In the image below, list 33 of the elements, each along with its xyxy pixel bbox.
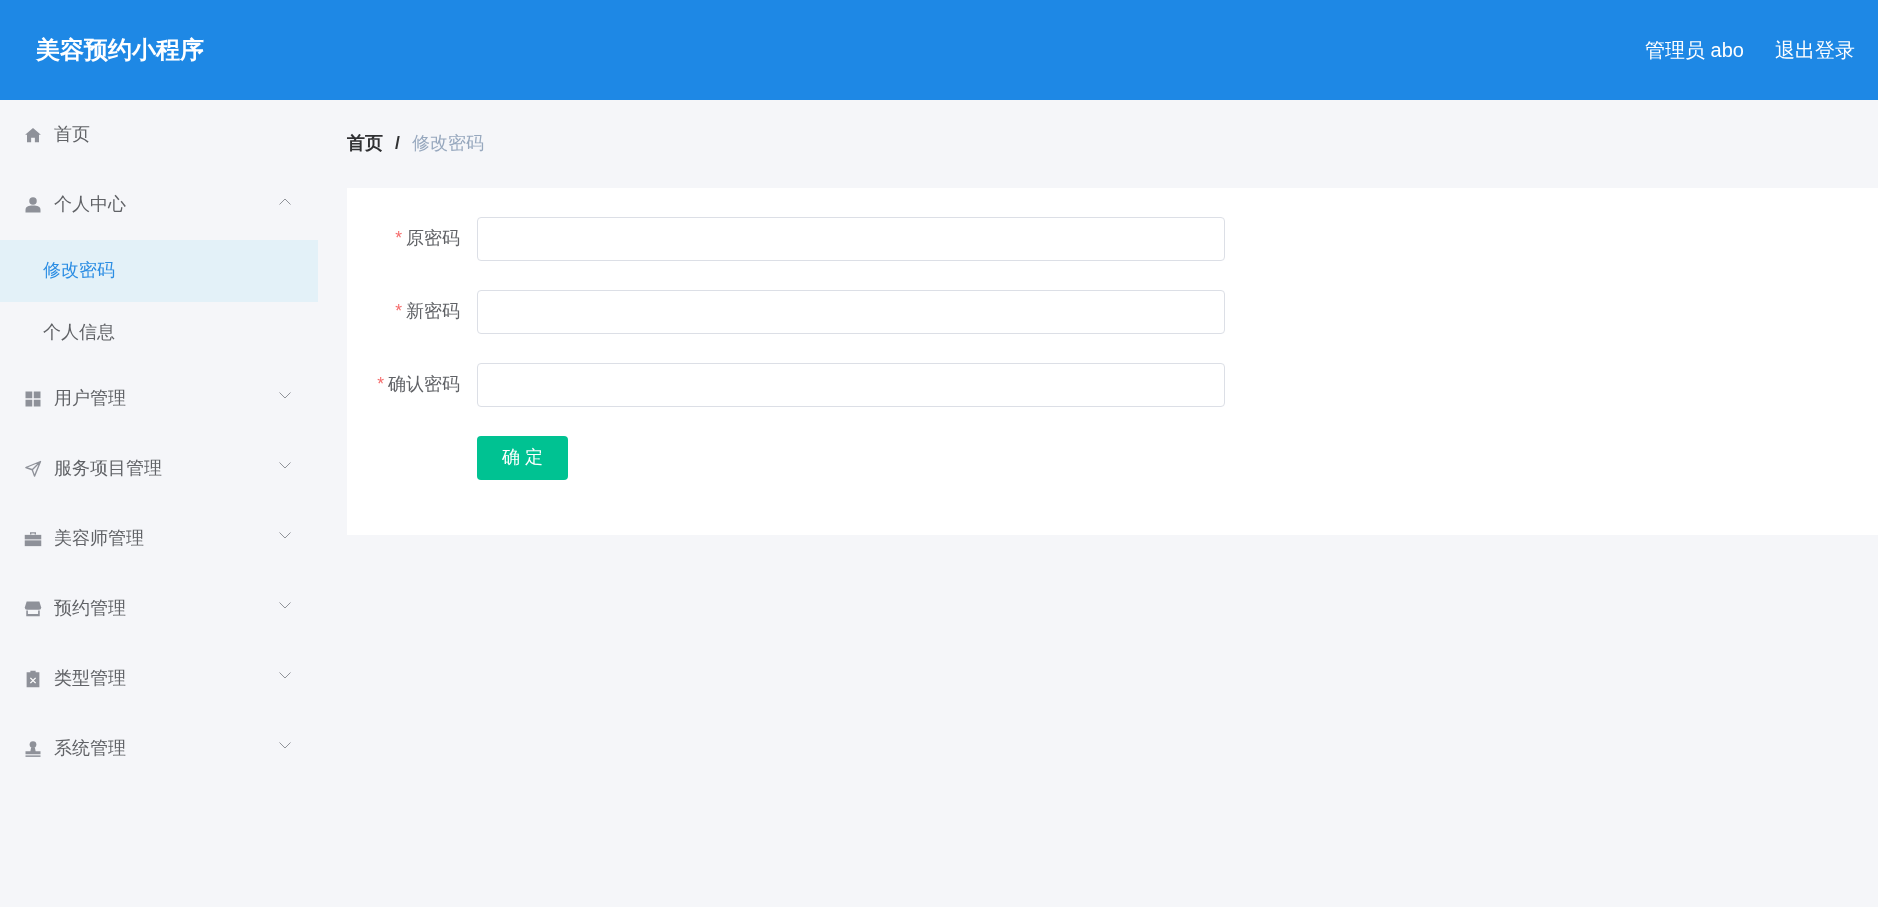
sidebar-item[interactable]: 预约管理 — [0, 574, 318, 644]
required-asterisk: * — [395, 303, 402, 321]
breadcrumb-current: 修改密码 — [411, 135, 484, 153]
stamp-icon — [24, 740, 42, 758]
paper-plane-icon — [24, 460, 42, 478]
field-label: 新密码 — [406, 303, 460, 321]
user-name: 管理员 abo — [1645, 40, 1744, 60]
submenu-item[interactable]: 个人信息 — [0, 302, 318, 364]
grid-icon — [24, 390, 42, 408]
field-label: 原密码 — [406, 230, 460, 248]
password-field[interactable] — [477, 290, 1225, 334]
breadcrumb-separator: / — [395, 135, 400, 153]
sidebar-item[interactable]: 服务项目管理 — [0, 434, 318, 504]
briefcase-icon — [24, 530, 42, 548]
sidebar-item[interactable]: 用户管理 — [0, 364, 318, 434]
app-title: 美容预约小程序 — [36, 38, 204, 62]
clipboard-icon — [24, 670, 42, 688]
password-field[interactable] — [477, 217, 1225, 261]
field-label: 确认密码 — [388, 376, 460, 394]
sidebar-item[interactable]: 类型管理 — [0, 644, 318, 714]
sidebar-item[interactable]: 个人中心 — [0, 170, 318, 240]
sidebar-item[interactable]: 系统管理 — [0, 714, 318, 784]
required-asterisk: * — [395, 230, 402, 248]
store-icon — [24, 600, 42, 618]
home-icon — [24, 126, 42, 144]
required-asterisk: * — [377, 376, 384, 394]
sidebar-item[interactable]: 首页 — [0, 100, 318, 170]
submenu-item[interactable]: 修改密码 — [0, 240, 318, 302]
user-icon — [24, 196, 42, 214]
password-field[interactable] — [477, 363, 1225, 407]
sidebar-item[interactable]: 美容师管理 — [0, 504, 318, 574]
breadcrumb-link[interactable]: 首页 — [347, 135, 383, 153]
logout-link[interactable]: 退出登录 — [1775, 40, 1855, 60]
